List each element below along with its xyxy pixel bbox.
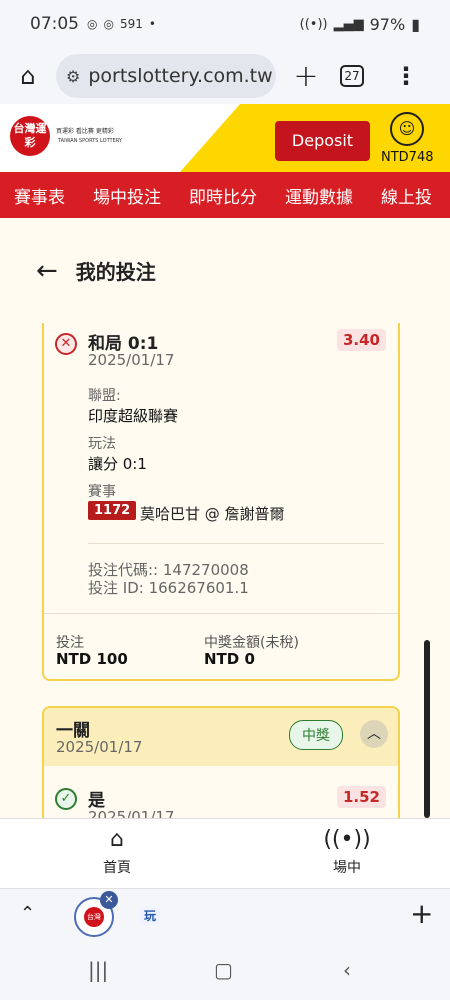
site-favicon: 台灣	[84, 907, 104, 927]
bet-footer: 投注 NTD 100 中獎金額(未稅) NTD 0	[44, 613, 398, 679]
nav-home-label: 首頁	[103, 860, 131, 876]
bottom-nav: ⌂ 首頁 ((•)) 場中	[0, 818, 450, 888]
bet-card: ✕ 和局 0:1 2025/01/17 3.40 聯盟: 印度超級聯賽 玩法 讓…	[42, 323, 400, 681]
recents-icon[interactable]: |||	[88, 958, 108, 982]
more-menu-icon[interactable]: ⋮	[394, 62, 418, 90]
tagline: 買運彩 看比賽 更精彩	[56, 128, 114, 135]
lost-icon: ✕	[55, 333, 77, 355]
back-arrow-icon[interactable]: ←	[36, 256, 58, 286]
clock: 07:05	[30, 14, 79, 34]
divider	[88, 543, 384, 544]
nav-item-live-score[interactable]: 即時比分	[175, 183, 271, 208]
browser-toolbar: ⌂ ⚙ portslottery.com.tw + 27 ⋮	[0, 48, 450, 104]
nav-item-online[interactable]: 線上投	[367, 183, 446, 208]
main-nav: 賽事表 場中投注 即時比分 運動數據 線上投	[0, 172, 450, 218]
won-icon: ✓	[55, 788, 77, 810]
page-title: 我的投注	[75, 260, 156, 284]
system-nav: ||| ▢ ‹	[0, 944, 450, 1000]
tab-favicon[interactable]: 玩	[140, 907, 160, 925]
notif-count: 591	[119, 17, 143, 31]
odds-badge: 3.40	[336, 329, 386, 351]
bet-date: 2025/01/17	[56, 738, 143, 756]
site-settings-icon[interactable]: ⚙	[66, 67, 80, 86]
league-value: 印度超級聯賽	[88, 407, 179, 425]
battery-icon: ▮	[411, 14, 420, 34]
bet-id: 投注 ID: 166267601.1	[88, 579, 249, 597]
new-tab-button[interactable]: +	[276, 59, 336, 94]
instagram-icon: ◎	[87, 17, 98, 31]
nav-home[interactable]: ⌂ 首頁	[57, 827, 177, 877]
user-icon[interactable]: ☺	[390, 112, 424, 146]
notification-icons: ◎ ◎ 591 •	[87, 17, 156, 31]
nav-item-schedule[interactable]: 賽事表	[0, 183, 79, 208]
status-bar: 07:05 ◎ ◎ 591 • ((•)) ▂▄▆ 97% ▮	[0, 0, 450, 48]
odds-badge: 1.52	[336, 786, 386, 808]
win-amount-label: 中獎金額(未稅)	[204, 635, 299, 651]
home-icon: ⌂	[110, 827, 124, 852]
live-broadcast-icon: ((•))	[323, 827, 371, 852]
home-circle-icon[interactable]: ▢	[214, 958, 233, 982]
balance: NTD748	[381, 150, 434, 165]
event-name: 莫哈巴甘 @ 詹謝普爾	[140, 505, 285, 523]
market-value: 讓分 0:1	[88, 455, 147, 473]
tab-switcher-button[interactable]: 27	[340, 65, 364, 87]
close-tab-icon[interactable]: ✕	[100, 891, 118, 909]
nav-live-label: 場中	[333, 860, 361, 876]
league-label: 聯盟:	[88, 388, 121, 404]
event-label: 賽事	[88, 484, 116, 500]
chevron-up-icon[interactable]: ⌃	[20, 903, 35, 924]
stake-label: 投注	[56, 635, 84, 651]
chevron-up-icon[interactable]: ︿	[360, 720, 388, 748]
nav-item-live-betting[interactable]: 場中投注	[79, 183, 175, 208]
battery-level: 97%	[369, 14, 406, 34]
bet-card-single: 一關 2025/01/17 中獎 ︿ ✓ 是 2025/01/17 1.52	[42, 706, 400, 836]
url-field[interactable]: ⚙ portslottery.com.tw	[56, 54, 276, 98]
site-logo[interactable]: 台灣運彩	[10, 116, 50, 156]
browser-tab-strip: ⌃ 台灣 ✕ 玩 +	[0, 888, 450, 944]
nav-live[interactable]: ((•)) 場中	[287, 827, 407, 877]
back-icon[interactable]: ‹	[343, 958, 351, 982]
home-icon[interactable]: ⌂	[0, 62, 56, 90]
wifi-icon: ((•))	[299, 16, 328, 32]
url-text: portslottery.com.tw	[88, 65, 273, 87]
bet-card-header[interactable]: 一關 2025/01/17 中獎 ︿	[44, 708, 398, 766]
deposit-button[interactable]: Deposit	[275, 121, 370, 161]
pick-date: 2025/01/17	[88, 351, 175, 369]
event-id-badge: 1172	[88, 501, 137, 520]
market-label: 玩法	[88, 436, 116, 452]
tagline-en: TAIWAN SPORTS LOTTERY	[58, 138, 122, 144]
signal-icon: ▂▄▆	[333, 16, 364, 32]
instagram-icon: ◎	[103, 17, 114, 31]
stake-value: NTD 100	[56, 650, 128, 668]
win-amount-value: NTD 0	[204, 650, 255, 668]
dot-icon: •	[148, 17, 156, 31]
page-header: ← 我的投注	[0, 218, 450, 323]
add-tab-icon[interactable]: +	[410, 897, 433, 930]
nav-item-stats[interactable]: 運動數據	[271, 183, 367, 208]
tab-sportslottery[interactable]: 台灣 ✕	[74, 891, 118, 937]
scrollbar[interactable]	[424, 640, 430, 818]
status-badge: 中獎	[289, 720, 343, 750]
site-header: 台灣運彩 買運彩 看比賽 更精彩 TAIWAN SPORTS LOTTERY D…	[0, 104, 450, 172]
